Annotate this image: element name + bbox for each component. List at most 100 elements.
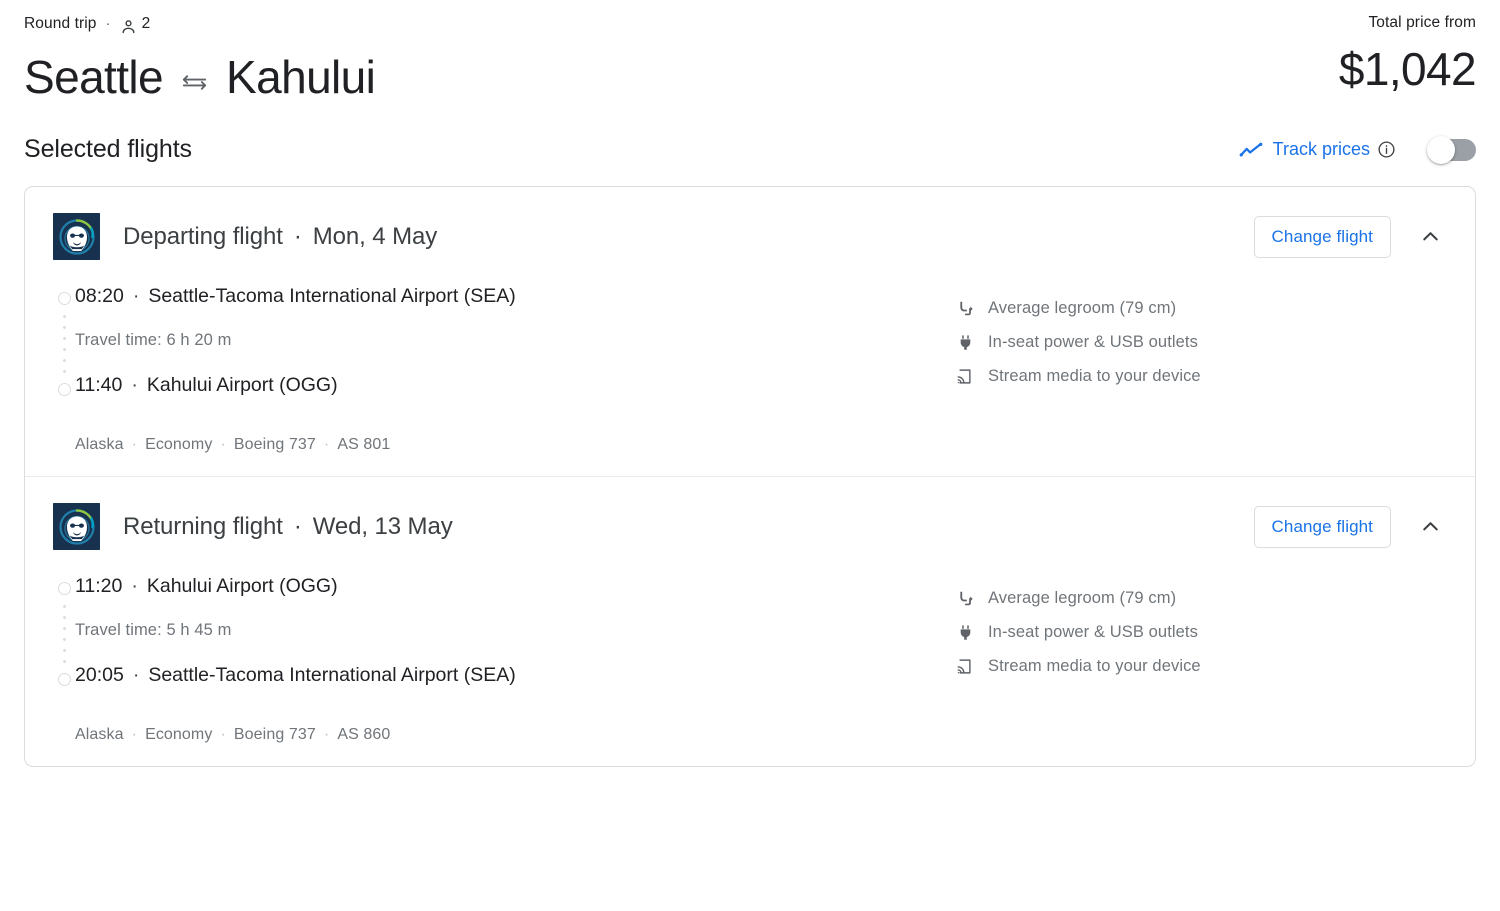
operator-separator-1: · (131, 725, 138, 743)
operator-separator-3: · (323, 725, 330, 743)
operator-airline: Alaska (75, 435, 124, 453)
route-destination: Kahului (226, 51, 376, 103)
departure-separator: · (132, 284, 140, 307)
leg-title-separator: · (293, 512, 302, 540)
leg-title-separator: · (293, 222, 302, 250)
route-origin: Seattle (24, 51, 164, 103)
arrival-separator: · (131, 373, 138, 396)
total-price-label: Total price from (1368, 14, 1476, 31)
arrival-row: 11:40 · Kahului Airport (OGG) (75, 373, 933, 397)
amenity-label: Average legroom (79 cm) (988, 299, 1177, 318)
leg-body: 11:20 · Kahului Airport (OGG) Travel time:… (25, 552, 1475, 766)
cast-stream-icon (955, 657, 975, 677)
operator-flight-number: AS 860 (337, 725, 391, 743)
trip-summary: Round trip · 2 Seattle Kahului (24, 12, 376, 104)
trip-meta-separator: · (105, 14, 111, 32)
change-flight-button[interactable]: Change flight (1253, 505, 1391, 548)
leg-title-text: Departing flight (123, 222, 283, 250)
cast-stream-icon (955, 367, 975, 387)
info-circle-icon[interactable] (1377, 140, 1396, 159)
track-prices-toggle[interactable] (1427, 135, 1476, 164)
departure-time: 08:20 (75, 284, 124, 307)
leg-header: Departing flight · Mon, 4 May Change fligh… (25, 187, 1475, 262)
leg-body: 08:20 · Seattle-Tacoma International Airpo… (25, 262, 1475, 476)
departure-airport: Seattle-Tacoma International Airport (SE… (148, 284, 516, 307)
flight-leg-departing: Departing flight · Mon, 4 May Change fligh… (25, 187, 1475, 476)
amenity-stream: Stream media to your device (955, 360, 1451, 394)
arrival-airport: Kahului Airport (OGG) (146, 373, 338, 396)
trip-meta: Round trip · 2 (24, 12, 375, 36)
trip-type-label: Round trip (24, 15, 97, 32)
operator-details: Alaska · Economy · Boeing 737 · AS 801 (75, 436, 933, 454)
operator-airline: Alaska (75, 725, 124, 743)
arrival-time: 20:05 (75, 663, 124, 686)
timeline-dotted-line (63, 310, 66, 377)
departure-row: 11:20 · Kahului Airport (OGG) (75, 574, 933, 598)
page-title: Seattle Kahului (24, 51, 376, 104)
alaska-airlines-logo (53, 503, 100, 551)
operator-aircraft: Boeing 737 (233, 435, 316, 453)
amenity-label: In-seat power & USB outlets (988, 333, 1198, 352)
selected-flights-title: Selected flights (24, 135, 192, 164)
departure-row: 08:20 · Seattle-Tacoma International Airpo… (75, 284, 933, 308)
leg-date: Mon, 4 May (312, 222, 438, 250)
chevron-up-icon (1419, 515, 1442, 538)
amenity-label: In-seat power & USB outlets (988, 623, 1198, 642)
timeline-end-circle (58, 382, 71, 396)
amenity-label: Average legroom (79 cm) (988, 589, 1177, 608)
operator-separator-2: · (220, 725, 226, 743)
trending-chart-icon (1238, 137, 1264, 163)
timeline-dotted-line (63, 600, 66, 667)
operator-aircraft: Boeing 737 (233, 725, 316, 743)
legroom-icon (955, 299, 975, 319)
amenities-list: Average legroom (79 cm) In-seat power & … (933, 574, 1451, 744)
operator-cabin: Economy (145, 725, 213, 743)
departure-airport: Kahului Airport (OGG) (146, 574, 338, 597)
timeline-end-circle (58, 672, 71, 686)
travel-time: Travel time: 5 h 45 m (75, 620, 232, 639)
amenity-stream: Stream media to your device (955, 650, 1451, 684)
selected-flights-bar: Selected flights Track prices (24, 132, 1476, 168)
timeline-start-circle (58, 581, 71, 595)
amenity-label: Stream media to your device (988, 367, 1201, 386)
legroom-icon (955, 589, 975, 609)
amenity-legroom: Average legroom (79 cm) (955, 292, 1451, 326)
change-flight-button[interactable]: Change flight (1253, 215, 1391, 258)
passenger-count: 2 (141, 15, 151, 32)
itinerary-timeline (58, 291, 72, 396)
amenity-label: Stream media to your device (988, 657, 1201, 676)
itinerary: 08:20 · Seattle-Tacoma International Airpo… (53, 284, 933, 454)
leg-date: Wed, 13 May (312, 512, 453, 540)
flight-leg-returning: Returning flight · Wed, 13 May Change flig… (25, 475, 1475, 766)
total-price-amount: $1,042 (1338, 43, 1477, 95)
leg-title: Returning flight · Wed, 13 May (123, 513, 453, 541)
leg-title: Departing flight · Mon, 4 May (123, 223, 437, 251)
chevron-up-icon (1419, 225, 1442, 248)
amenity-power: In-seat power & USB outlets (955, 616, 1451, 650)
collapse-leg-button[interactable] (1409, 506, 1451, 548)
itinerary: 11:20 · Kahului Airport (OGG) Travel time:… (53, 574, 933, 744)
amenities-list: Average legroom (79 cm) In-seat power & … (933, 284, 1451, 454)
operator-flight-number: AS 801 (337, 435, 391, 453)
total-price-block: Total price from $1,042 (1338, 12, 1477, 96)
operator-details: Alaska · Economy · Boeing 737 · AS 860 (75, 726, 933, 744)
leg-title-text: Returning flight (123, 512, 283, 540)
flight-booking-page: Round trip · 2 Seattle Kahului Total pri… (0, 0, 1500, 911)
operator-separator-2: · (220, 435, 226, 453)
operator-cabin: Economy (145, 435, 213, 453)
person-icon (120, 18, 137, 35)
departure-separator: · (131, 574, 138, 597)
power-plug-icon (955, 333, 975, 353)
amenity-legroom: Average legroom (79 cm) (955, 582, 1451, 616)
itinerary-timeline (58, 581, 72, 686)
collapse-leg-button[interactable] (1409, 216, 1451, 258)
operator-separator-3: · (323, 435, 330, 453)
arrival-airport: Seattle-Tacoma International Airport (SE… (148, 663, 516, 686)
power-plug-icon (955, 623, 975, 643)
track-prices-label[interactable]: Track prices (1273, 139, 1370, 160)
departure-time: 11:20 (75, 574, 123, 597)
timeline-start-circle (58, 291, 71, 305)
leg-header: Returning flight · Wed, 13 May Change flig… (25, 477, 1475, 552)
alaska-airlines-logo (53, 213, 100, 261)
arrival-row: 20:05 · Seattle-Tacoma International Airpo… (75, 663, 933, 687)
